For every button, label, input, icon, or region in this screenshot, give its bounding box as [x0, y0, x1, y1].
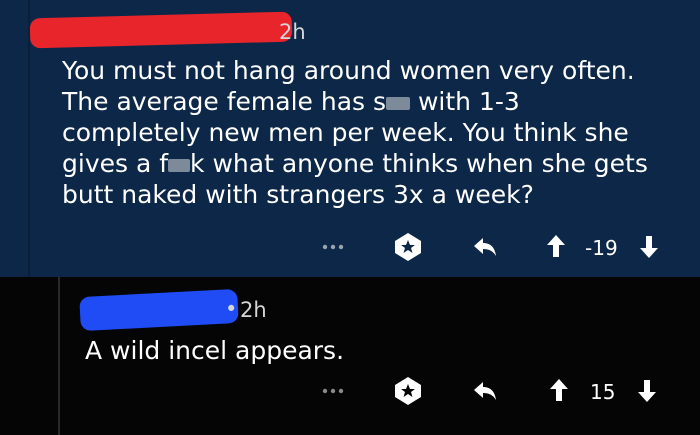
upvote-button[interactable] — [548, 378, 570, 402]
comment-line: The average female has s with 1-3 — [62, 87, 520, 116]
thread-line[interactable] — [28, 0, 30, 277]
more-icon — [322, 244, 344, 250]
downvote-icon — [640, 236, 658, 258]
comment-line: completely new men per week. You think s… — [62, 118, 629, 147]
upvote-icon — [547, 235, 565, 257]
downvote-button[interactable] — [638, 235, 660, 259]
award-icon — [395, 233, 421, 261]
more-options-button[interactable] — [318, 236, 348, 258]
comment-line: butt naked with strangers 3x a week? — [62, 180, 534, 209]
downvote-button[interactable] — [636, 379, 658, 403]
comment-body: A wild incel appears. — [85, 336, 345, 365]
comment-2: • 2h A wild incel appears. 15 — [0, 277, 700, 435]
award-button[interactable] — [390, 229, 426, 265]
award-icon — [395, 377, 421, 405]
reply-button[interactable] — [470, 377, 500, 405]
comment-1: 2h You must not hang around women very o… — [0, 0, 700, 277]
reply-icon — [474, 238, 496, 256]
upvote-button[interactable] — [545, 234, 567, 258]
username-redaction — [79, 288, 239, 332]
upvote-icon — [550, 379, 568, 401]
more-options-button[interactable] — [318, 380, 348, 402]
thread-line[interactable] — [58, 277, 60, 435]
comment-line: You must not hang around women very ofte… — [62, 56, 635, 85]
comment-line: gives a fk what anyone thinks when she g… — [62, 149, 648, 178]
downvote-icon — [638, 380, 656, 402]
username-redaction — [29, 11, 293, 49]
score-label: 15 — [590, 380, 616, 404]
award-button[interactable] — [390, 373, 426, 409]
comment-timestamp: 2h — [279, 20, 306, 44]
censor-blur — [168, 158, 191, 172]
reply-button[interactable] — [470, 233, 500, 261]
comment-timestamp: 2h — [240, 298, 267, 322]
separator-dot: • — [225, 297, 238, 321]
comment-body: You must not hang around women very ofte… — [62, 55, 648, 210]
censor-blur — [386, 96, 411, 110]
score-label: -19 — [585, 236, 618, 260]
reply-icon — [474, 382, 496, 400]
more-icon — [322, 388, 344, 394]
